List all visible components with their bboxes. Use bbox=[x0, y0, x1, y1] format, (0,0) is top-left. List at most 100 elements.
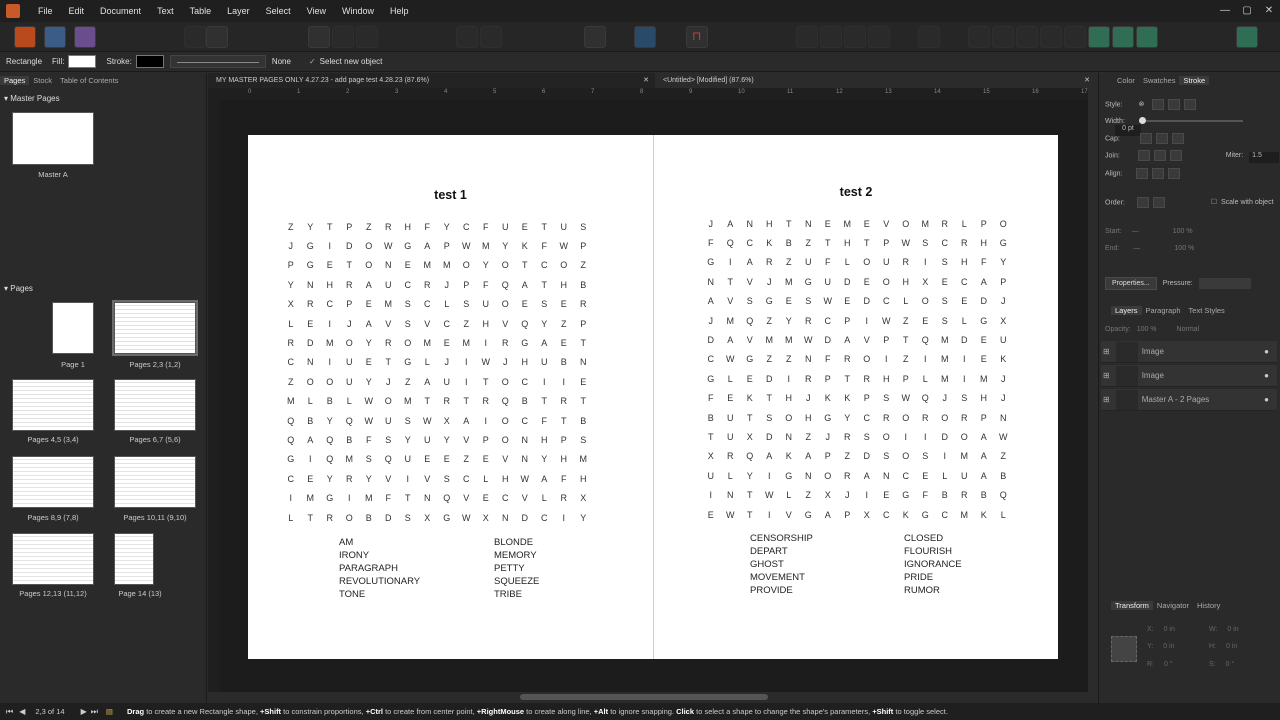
document-icon[interactable]: ▤ bbox=[106, 707, 113, 716]
align-outside-icon[interactable] bbox=[1168, 168, 1181, 179]
toolbar-button-icon[interactable] bbox=[480, 26, 502, 48]
width-slider[interactable] bbox=[1138, 117, 1243, 125]
menu-view[interactable]: View bbox=[299, 6, 334, 16]
butt-cap-icon[interactable] bbox=[1139, 133, 1152, 144]
bevel-join-icon[interactable] bbox=[1169, 150, 1182, 161]
tab-history[interactable]: History bbox=[1193, 601, 1224, 610]
account-icon[interactable] bbox=[1236, 26, 1258, 48]
anchor-selector-icon[interactable] bbox=[1111, 636, 1137, 662]
visibility-icon[interactable]: ● bbox=[1264, 395, 1269, 404]
tab-pages[interactable]: Pages bbox=[0, 75, 30, 85]
toolbar-button-icon[interactable] bbox=[968, 26, 990, 48]
tab-stroke[interactable]: Stroke bbox=[1179, 75, 1210, 85]
page-thumbnail[interactable] bbox=[114, 533, 154, 585]
menu-help[interactable]: Help bbox=[382, 6, 417, 16]
toolbar-button-icon[interactable] bbox=[184, 26, 206, 48]
tab-navigator[interactable]: Navigator bbox=[1153, 601, 1193, 610]
photo-persona-icon[interactable] bbox=[44, 26, 66, 48]
studio-icon[interactable] bbox=[1088, 26, 1110, 48]
visibility-icon[interactable]: ● bbox=[1264, 371, 1269, 380]
expand-icon[interactable]: ⊞ bbox=[1103, 395, 1110, 404]
checkbox-icon[interactable]: ✓ bbox=[309, 57, 316, 66]
tab-paragraph[interactable]: Paragraph bbox=[1142, 306, 1185, 315]
minimize-icon[interactable]: — bbox=[1214, 0, 1236, 22]
tab-text-styles[interactable]: Text Styles bbox=[1185, 306, 1229, 315]
menu-edit[interactable]: Edit bbox=[61, 6, 93, 16]
toolbar-button-icon[interactable] bbox=[844, 26, 866, 48]
canvas[interactable]: test 1 ZYTPZRHFYCFUETUS JGIDOWGAPWMYKFWP P… bbox=[220, 100, 1088, 692]
miter-join-icon[interactable] bbox=[1137, 150, 1150, 161]
toolbar-button-icon[interactable] bbox=[1040, 26, 1062, 48]
horizontal-scrollbar[interactable] bbox=[520, 694, 768, 700]
tab-transform[interactable]: Transform bbox=[1111, 600, 1153, 610]
studio-icon[interactable] bbox=[1112, 26, 1134, 48]
round-join-icon[interactable] bbox=[1153, 150, 1166, 161]
menu-document[interactable]: Document bbox=[92, 6, 149, 16]
pressure-graph[interactable] bbox=[1198, 277, 1251, 289]
tab-table-of-contents[interactable]: Table of Contents bbox=[56, 76, 122, 85]
align-center-icon[interactable] bbox=[1136, 168, 1149, 179]
frame-icon[interactable] bbox=[308, 26, 330, 48]
last-page-icon[interactable]: ⏭ bbox=[91, 707, 98, 717]
page-thumbnail[interactable] bbox=[12, 456, 94, 508]
toolbar-button-icon[interactable] bbox=[1016, 26, 1038, 48]
gear-icon[interactable] bbox=[206, 26, 228, 48]
page-thumbnail[interactable] bbox=[12, 379, 94, 431]
square-cap-icon[interactable] bbox=[1171, 133, 1184, 144]
menu-table[interactable]: Table bbox=[182, 6, 220, 16]
menu-window[interactable]: Window bbox=[334, 6, 382, 16]
menu-text[interactable]: Text bbox=[149, 6, 182, 16]
maximize-icon[interactable]: ▢ bbox=[1236, 0, 1258, 22]
page-thumbnail[interactable] bbox=[114, 379, 196, 431]
tab-layers[interactable]: Layers bbox=[1111, 305, 1142, 315]
toolbar-button-icon[interactable] bbox=[332, 26, 354, 48]
visibility-icon[interactable]: ● bbox=[1264, 347, 1269, 356]
page-thumbnail[interactable] bbox=[52, 302, 94, 354]
properties-button[interactable]: Properties... bbox=[1105, 277, 1157, 290]
page-thumbnail[interactable] bbox=[114, 456, 196, 508]
stroke-swatch[interactable] bbox=[135, 55, 164, 68]
miter-value[interactable]: 1.5 bbox=[1249, 152, 1280, 164]
toolbar-button-icon[interactable] bbox=[992, 26, 1014, 48]
master-a-thumbnail[interactable] bbox=[12, 112, 94, 165]
toolbar-button-icon[interactable] bbox=[1064, 26, 1086, 48]
close-icon[interactable]: ✕ bbox=[1084, 73, 1090, 88]
expand-icon[interactable]: ⊞ bbox=[1103, 371, 1110, 380]
stroke-behind-icon[interactable] bbox=[1136, 197, 1149, 208]
menu-file[interactable]: File bbox=[30, 6, 61, 16]
tab-document-1[interactable]: MY MASTER PAGES ONLY 4.27.23 - add page … bbox=[208, 73, 655, 88]
tab-swatches[interactable]: Swatches bbox=[1139, 76, 1180, 85]
menu-select[interactable]: Select bbox=[258, 6, 299, 16]
preview-icon[interactable] bbox=[584, 26, 606, 48]
toolbar-button-icon[interactable] bbox=[820, 26, 842, 48]
toolbar-button-icon[interactable] bbox=[868, 26, 890, 48]
studio-icon[interactable] bbox=[1136, 26, 1158, 48]
tab-stock[interactable]: Stock bbox=[29, 76, 56, 85]
align-inside-icon[interactable] bbox=[1152, 168, 1165, 179]
fill-swatch[interactable] bbox=[68, 55, 97, 68]
toolbar-button-icon[interactable] bbox=[356, 26, 378, 48]
tab-document-2[interactable]: <Untitled> [Modified] (87.6%) ✕ bbox=[655, 73, 1096, 88]
page-thumbnail[interactable] bbox=[112, 300, 198, 356]
stroke-front-icon[interactable] bbox=[1152, 197, 1165, 208]
layer-row[interactable]: ⊞ Image ● bbox=[1101, 341, 1277, 363]
stroke-style-dropdown[interactable] bbox=[169, 55, 266, 68]
next-page-icon[interactable]: ▶ bbox=[81, 707, 87, 716]
menu-layer[interactable]: Layer bbox=[219, 6, 258, 16]
dashed-line-icon[interactable] bbox=[1168, 99, 1181, 110]
designer-persona-icon[interactable] bbox=[14, 26, 36, 48]
layer-row[interactable]: ⊞ Master A - 2 Pages ● bbox=[1101, 389, 1277, 411]
close-icon[interactable]: ✕ bbox=[1258, 0, 1280, 22]
round-cap-icon[interactable] bbox=[1155, 133, 1168, 144]
solid-line-icon[interactable] bbox=[1152, 99, 1165, 110]
tab-color[interactable]: Color bbox=[1113, 76, 1139, 85]
toolbar-button-icon[interactable] bbox=[918, 26, 940, 48]
publisher-persona-icon[interactable] bbox=[74, 26, 96, 48]
right-page[interactable]: test 2 JANHTNEMEVOMRLPO FQCKBZTHTPWSCRHG G… bbox=[654, 135, 1058, 659]
expand-icon[interactable]: ⊞ bbox=[1103, 347, 1110, 356]
snapping-magnet-icon[interactable]: ⊓ bbox=[686, 26, 708, 48]
left-page[interactable]: test 1 ZYTPZRHFYCFUETUS JGIDOWGAPWMYKFWP P… bbox=[248, 135, 653, 659]
no-stroke-icon[interactable]: ⊗ bbox=[1138, 101, 1144, 108]
brush-icon[interactable] bbox=[1184, 99, 1197, 110]
toolbar-button-icon[interactable] bbox=[796, 26, 818, 48]
